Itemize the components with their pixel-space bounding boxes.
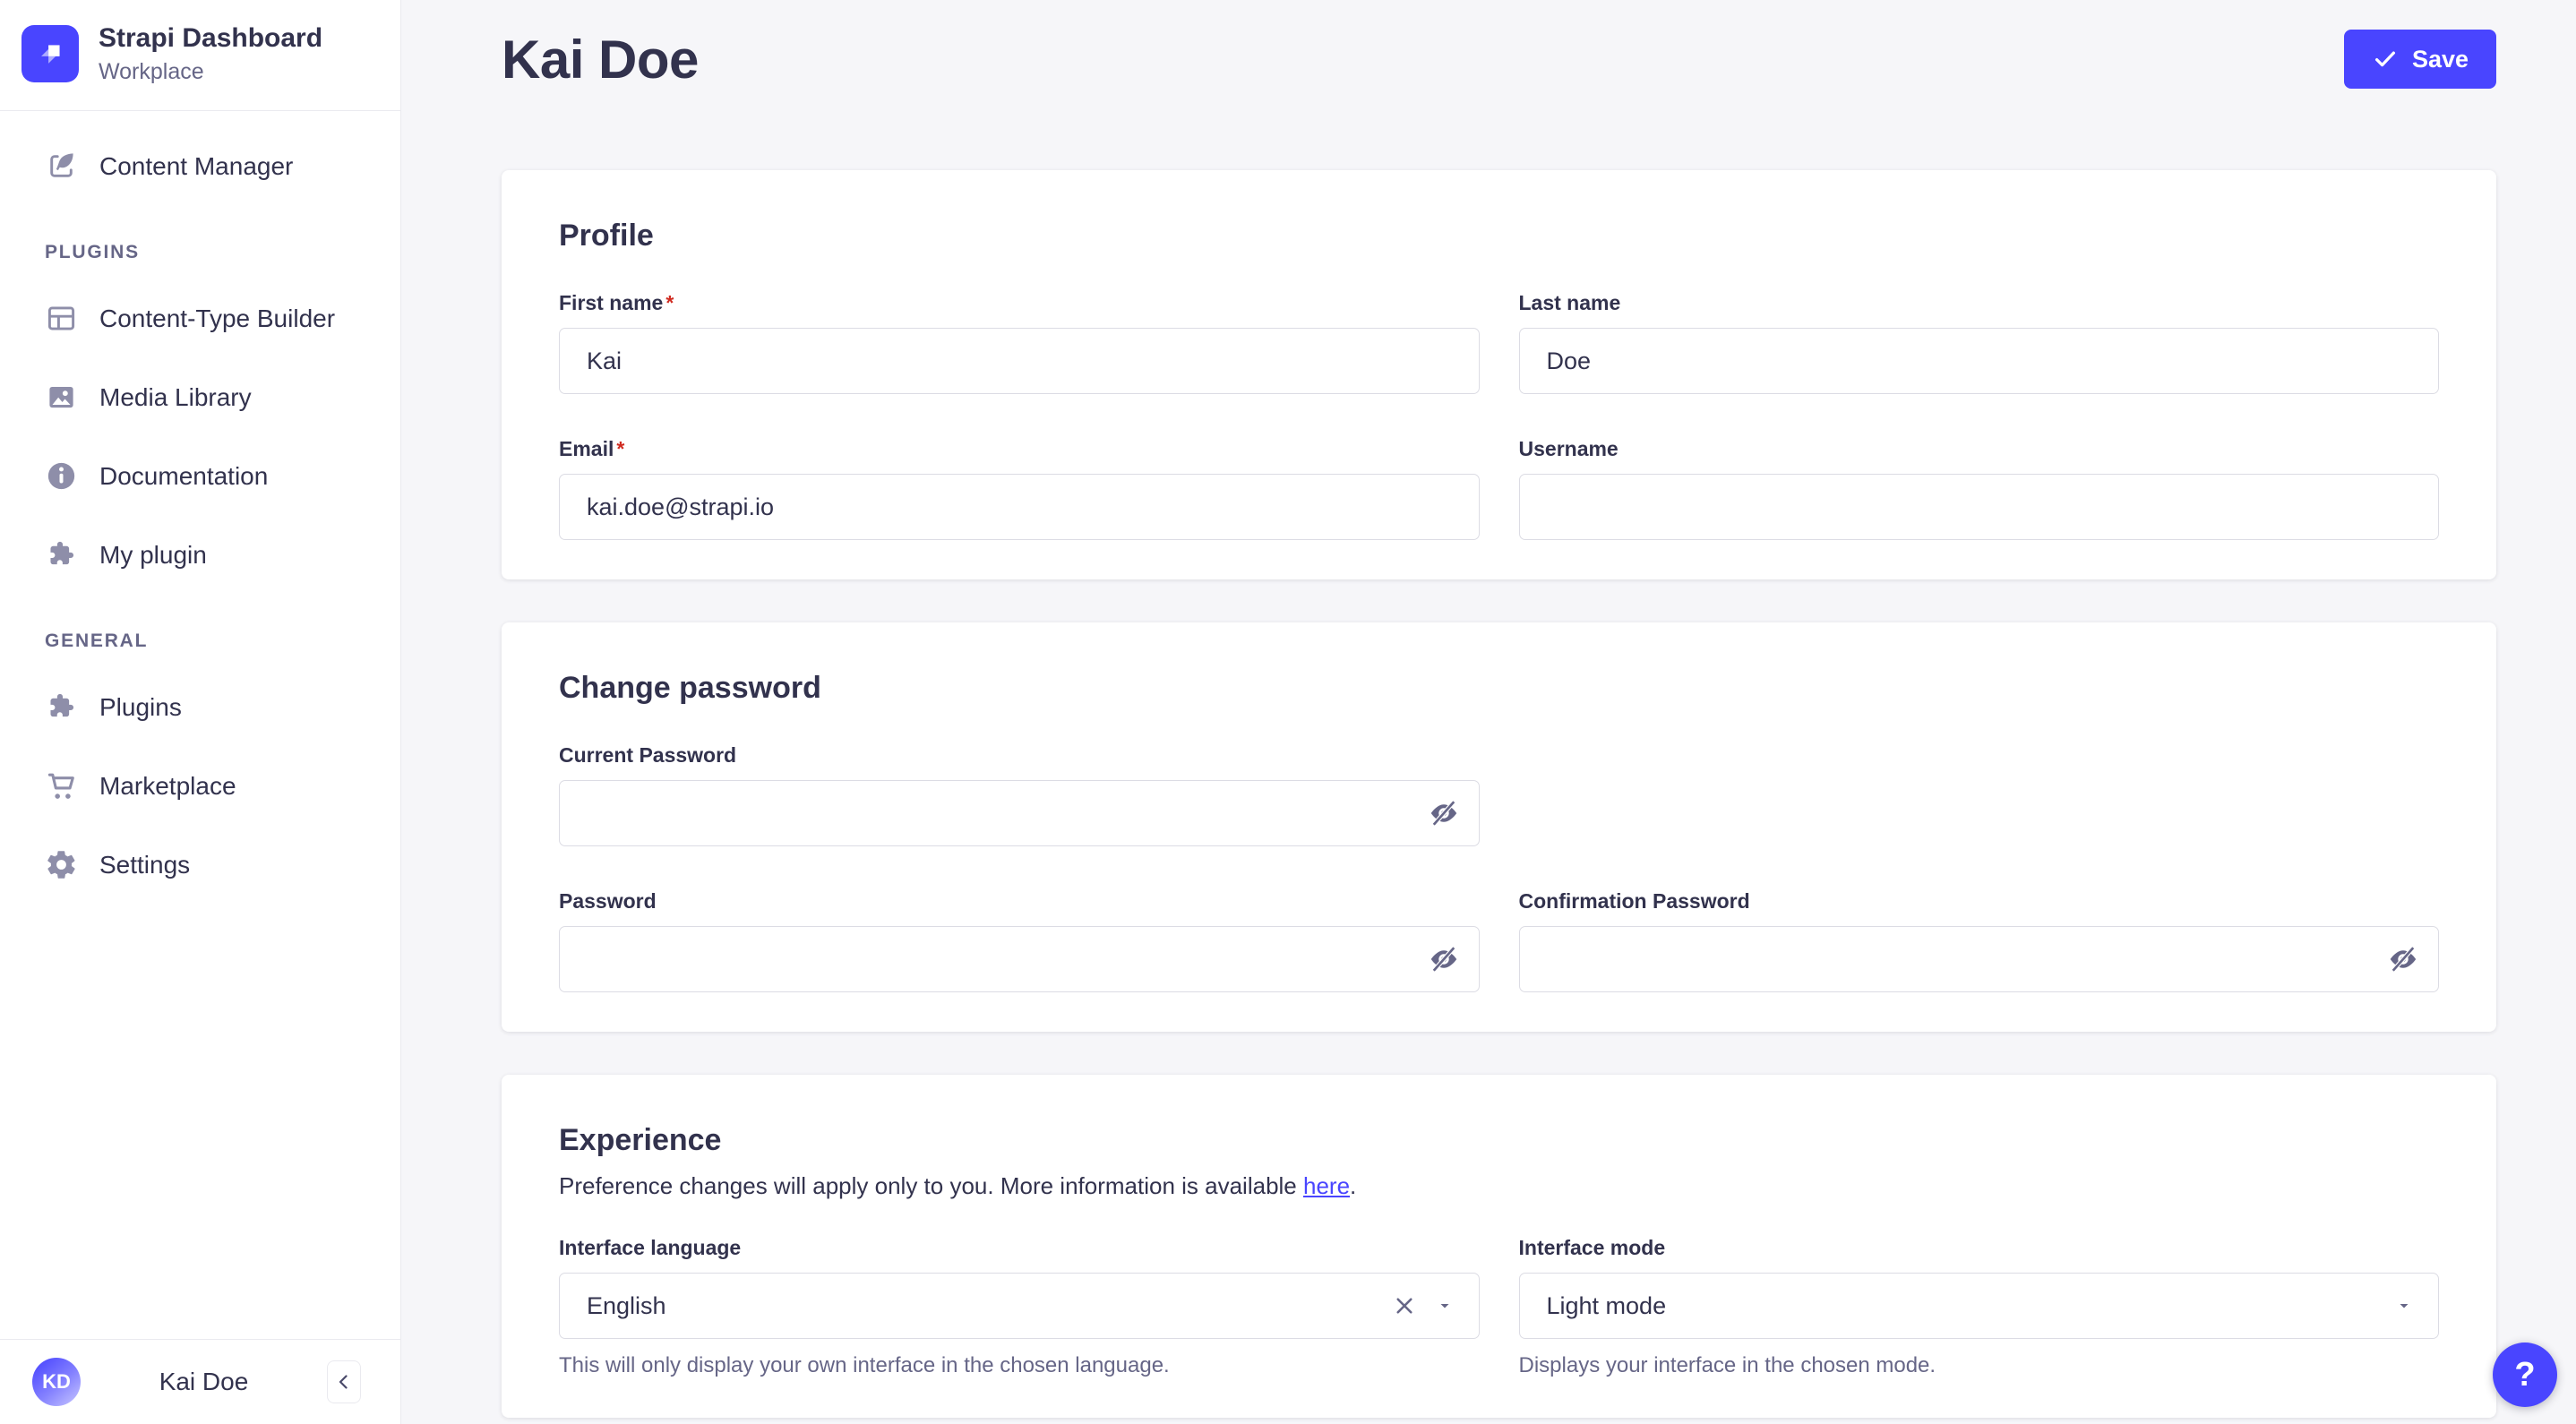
interface-mode-select[interactable]: Light mode [1518, 1273, 2439, 1339]
current-password-field[interactable] [559, 780, 1480, 846]
help-button[interactable]: ? [2493, 1343, 2557, 1407]
puzzle-icon [50, 693, 74, 717]
puzzle-icon [50, 541, 74, 565]
last-name-label: Last name [1518, 291, 1621, 314]
email-group: Email * [559, 437, 1480, 540]
profile-heading: Profile [559, 219, 654, 253]
question-icon: ? [2514, 1355, 2536, 1394]
sidebar-item-plugins[interactable]: Plugins [21, 675, 379, 740]
sidebar-item-content-manager[interactable]: Content Manager [21, 134, 379, 199]
sidebar-item-marketplace[interactable]: Marketplace [21, 754, 379, 819]
interface-language-value: English [587, 1291, 666, 1319]
sidebar-item-content-type-builder[interactable]: Content-Type Builder [21, 287, 379, 351]
last-name-field[interactable] [1518, 328, 2439, 394]
last-name-group: Last name [1518, 291, 2439, 394]
interface-mode-label: Interface mode [1518, 1236, 1666, 1259]
info-icon [47, 462, 75, 490]
confirmation-password-group: Confirmation Password [1518, 889, 2439, 992]
email-field[interactable] [559, 474, 1480, 540]
first-name-field[interactable] [559, 328, 1480, 394]
nav-heading-plugins: PLUGINS [45, 241, 140, 262]
layout-grid-icon [47, 306, 75, 330]
eye-off-icon [2390, 946, 2417, 973]
interface-mode-hint: Displays your interface in the chosen mo… [1518, 1353, 1936, 1377]
sidebar-nav: Content Manager PLUGINS Content-Type Bui… [0, 111, 400, 1340]
clear-icon[interactable] [1391, 1292, 1418, 1319]
brand-subtitle: Workplace [99, 58, 204, 84]
eye-off-icon [1430, 946, 1456, 973]
sidebar-item-label: Plugins [99, 692, 182, 721]
sidebar-item-label: Content-Type Builder [99, 304, 336, 332]
confirmation-password-label: Confirmation Password [1518, 889, 1750, 913]
interface-language-hint: This will only display your own interfac… [559, 1353, 1170, 1377]
username-group: Username [1518, 437, 2439, 540]
experience-heading: Experience [559, 1123, 722, 1157]
sidebar-item-my-plugin[interactable]: My plugin [21, 523, 379, 588]
interface-mode-group: Interface mode Light mode Displays your … [1518, 1236, 2439, 1378]
toggle-password-visibility-button[interactable] [1419, 788, 1469, 838]
new-password-group: Password [559, 889, 1480, 992]
image-icon [49, 386, 73, 408]
sidebar: Strapi Dashboard Workplace Content Manag… [0, 0, 401, 1424]
cart-icon [47, 773, 74, 799]
strapi-logo-icon [41, 45, 60, 64]
toggle-password-visibility-button[interactable] [2378, 934, 2428, 984]
change-password-card: Change password Current Password Passwor… [502, 622, 2496, 1032]
main-content: Kai Doe Save Profile First name* Last na… [401, 0, 2576, 1424]
brand-title: Strapi Dashboard [99, 23, 323, 53]
chevron-left-icon [339, 1375, 348, 1389]
more-information-link[interactable]: here [1303, 1172, 1350, 1199]
first-name-label: First name * [559, 291, 674, 314]
page-title: Kai Doe [502, 29, 699, 90]
required-asterisk: * [616, 437, 625, 460]
change-password-heading: Change password [559, 671, 821, 705]
username-label: Username [1518, 437, 1619, 460]
sidebar-item-settings[interactable]: Settings [21, 833, 379, 897]
password-label: Password [559, 889, 657, 913]
sidebar-item-documentation[interactable]: Documentation [21, 444, 379, 509]
nav-heading-general: GENERAL [45, 630, 149, 651]
caret-down-icon[interactable] [2393, 1295, 2415, 1317]
interface-language-label: Interface language [559, 1236, 742, 1259]
strapi-logo [21, 25, 79, 83]
username-field[interactable] [1518, 474, 2439, 540]
eye-off-icon [1430, 800, 1456, 827]
toggle-password-visibility-button[interactable] [1419, 934, 1469, 984]
caret-down-icon[interactable] [1434, 1295, 1455, 1317]
page-header: Kai Doe Save [502, 23, 2496, 95]
confirmation-password-field[interactable] [1518, 926, 2439, 992]
interface-language-group: Interface language English This will onl… [559, 1236, 1480, 1378]
experience-card: Experience Preference changes will apply… [502, 1075, 2496, 1418]
password-field[interactable] [559, 926, 1480, 992]
first-name-group: First name * [559, 291, 1480, 394]
brand[interactable]: Strapi Dashboard Workplace [0, 0, 400, 111]
avatar[interactable]: KD [32, 1358, 81, 1406]
save-button-label: Save [2411, 45, 2469, 73]
sidebar-item-label: Settings [99, 850, 191, 879]
gear-icon [47, 851, 75, 879]
sidebar-user-row: KD Kai Doe [0, 1339, 400, 1424]
collapse-sidebar-button[interactable] [327, 1360, 361, 1403]
check-icon [2374, 51, 2395, 67]
sidebar-item-label: Content Manager [99, 151, 294, 180]
save-button[interactable]: Save [2343, 30, 2496, 89]
email-label: Email * [559, 437, 625, 460]
sidebar-item-label: Media Library [99, 382, 252, 411]
experience-description: Preference changes will apply only to yo… [559, 1172, 1357, 1199]
required-asterisk: * [665, 291, 674, 314]
feather-icon [50, 153, 73, 177]
sidebar-item-label: My plugin [99, 540, 207, 569]
user-name: Kai Doe [159, 1368, 249, 1395]
sidebar-item-media-library[interactable]: Media Library [21, 365, 379, 430]
interface-language-select[interactable]: English [559, 1273, 1480, 1339]
profile-card: Profile First name* Last name [502, 170, 2496, 579]
current-password-label: Current Password [559, 743, 737, 767]
sidebar-item-label: Marketplace [99, 771, 236, 800]
sidebar-item-label: Documentation [99, 461, 269, 490]
current-password-group: Current Password [559, 743, 1480, 846]
interface-mode-value: Light mode [1546, 1291, 1667, 1319]
